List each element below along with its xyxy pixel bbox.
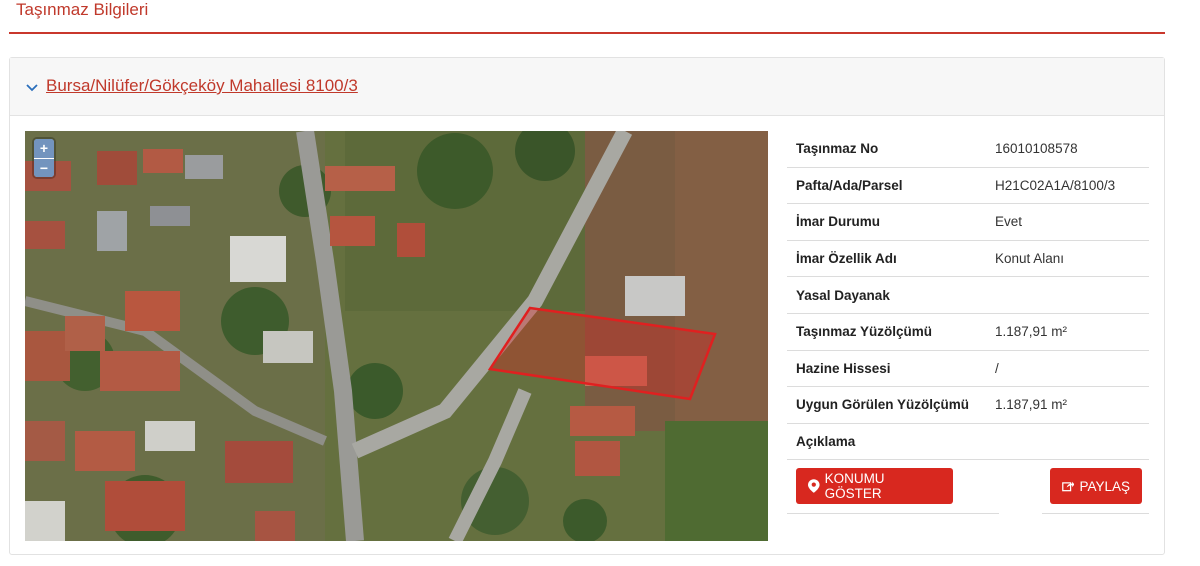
satellite-map[interactable]: + − <box>25 131 768 541</box>
info-label: Taşınmaz Yüzölçümü <box>796 324 933 340</box>
property-card: Bursa/Nilüfer/Gökçeköy Mahallesi 8100/3 <box>9 57 1165 555</box>
chevron-down-icon <box>26 84 38 92</box>
card-header[interactable]: Bursa/Nilüfer/Gökçeköy Mahallesi 8100/3 <box>10 58 1164 116</box>
divider <box>1042 513 1149 515</box>
divider <box>787 513 999 515</box>
info-row-pafta-ada-parsel: Pafta/Ada/Parsel H21C02A1A/8100/3 <box>787 168 1149 205</box>
info-value: 16010108578 <box>995 141 1078 157</box>
info-row-aciklama: Açıklama <box>787 424 1149 461</box>
info-label: İmar Özellik Adı <box>796 251 897 267</box>
share-label: PAYLAŞ <box>1079 478 1130 494</box>
info-row-tasinmaz-yuzolcumu: Taşınmaz Yüzölçümü 1.187,91 m² <box>787 314 1149 351</box>
info-value: H21C02A1A/8100/3 <box>995 177 1116 193</box>
share-button[interactable]: PAYLAŞ <box>1050 468 1142 505</box>
share-icon <box>1062 482 1075 492</box>
action-buttons: KONUMU GÖSTER PAYLAŞ <box>787 460 1149 515</box>
show-location-button[interactable]: KONUMU GÖSTER <box>796 468 953 505</box>
info-label: Hazine Hissesi <box>796 360 891 376</box>
info-label: Taşınmaz No <box>796 141 879 157</box>
info-row-hazine-hissesi: Hazine Hissesi / <box>787 351 1149 388</box>
info-value: Evet <box>995 214 1023 230</box>
info-row-yasal-dayanak: Yasal Dayanak <box>787 277 1149 314</box>
info-label: Pafta/Ada/Parsel <box>796 177 903 193</box>
info-label: Açıklama <box>796 434 856 450</box>
info-value: 1.187,91 m² <box>995 324 1068 340</box>
property-title-link[interactable]: Bursa/Nilüfer/Gökçeköy Mahallesi 8100/3 <box>46 75 358 97</box>
info-row-imar-ozellik-adi: İmar Özellik Adı Konut Alanı <box>787 241 1149 278</box>
info-value: 1.187,91 m² <box>995 397 1068 413</box>
info-label: Yasal Dayanak <box>796 287 890 303</box>
info-row-uygun-gorulen-yuzolcumu: Uygun Görülen Yüzölçümü 1.187,91 m² <box>787 387 1149 424</box>
map-marker-icon <box>808 479 820 494</box>
show-location-label: KONUMU GÖSTER <box>824 471 885 502</box>
info-value: Konut Alanı <box>995 251 1065 267</box>
info-value: / <box>995 360 999 376</box>
page-title: Taşınmaz Bilgileri <box>16 0 149 19</box>
info-label: Uygun Görülen Yüzölçümü <box>796 397 970 413</box>
map-imagery <box>25 131 768 541</box>
zoom-out-button[interactable]: − <box>34 158 54 177</box>
info-label: İmar Durumu <box>796 214 881 230</box>
info-row-imar-durumu: İmar Durumu Evet <box>787 204 1149 241</box>
zoom-in-button[interactable]: + <box>34 139 54 158</box>
title-divider <box>9 32 1165 34</box>
info-row-tasinmaz-no: Taşınmaz No 16010108578 <box>787 131 1149 168</box>
property-info-table: Taşınmaz No 16010108578 Pafta/Ada/Parsel… <box>787 131 1149 515</box>
zoom-controls: + − <box>34 139 54 177</box>
